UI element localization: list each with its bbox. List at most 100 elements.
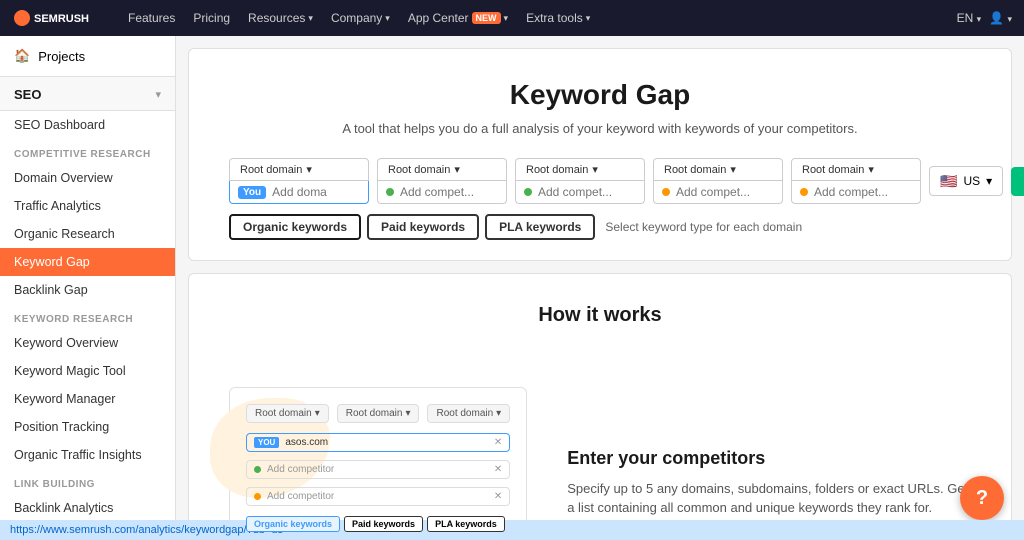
- home-icon: 🏠: [14, 48, 30, 64]
- main-content: Keyword Gap A tool that helps you do a f…: [176, 36, 1024, 540]
- chevron-down-icon: ▾: [385, 13, 390, 24]
- chevron-down-icon: ▾: [308, 13, 313, 24]
- logo[interactable]: SEMRUSH: [12, 8, 102, 28]
- chevron-down-icon: ▾: [592, 163, 598, 176]
- nav-features[interactable]: Features: [120, 7, 183, 29]
- nav-company[interactable]: Company ▾: [323, 7, 398, 29]
- domain-group-5: Root domain ▾: [791, 158, 921, 204]
- tab-pla-keywords[interactable]: PLA keywords: [485, 214, 595, 240]
- sidebar-item-organic-traffic[interactable]: Organic Traffic Insights: [0, 441, 175, 469]
- domain-input-2: [377, 181, 507, 204]
- domain-input-4: [653, 181, 783, 204]
- you-badge: You: [238, 186, 266, 199]
- nav-items: Features Pricing Resources ▾ Company ▾ A…: [120, 7, 957, 29]
- root-domain-dropdown-5[interactable]: Root domain ▾: [791, 158, 921, 181]
- close-icon: ✕: [494, 464, 502, 475]
- domain-input-5: [791, 181, 921, 204]
- you-domain-input[interactable]: [272, 185, 352, 199]
- section-competitive: COMPETITIVE RESEARCH: [0, 139, 175, 164]
- sidebar: 🏠 Projects SEO ▾ SEO Dashboard COMPETITI…: [0, 36, 176, 540]
- sidebar-seo-header[interactable]: SEO ▾: [0, 77, 175, 111]
- top-nav: SEMRUSH Features Pricing Resources ▾ Com…: [0, 0, 1024, 36]
- root-domain-dropdown-1[interactable]: Root domain ▾: [229, 158, 369, 181]
- flag-icon: 🇺🇸: [940, 173, 957, 190]
- enter-competitors-title: Enter your competitors: [567, 448, 971, 469]
- how-it-works-title: How it works: [229, 304, 971, 327]
- section-link-building: LINK BUILDING: [0, 469, 175, 494]
- domain-input-3: [515, 181, 645, 204]
- domain-group-you: Root domain ▾ You: [229, 158, 369, 204]
- root-domain-dropdown-2[interactable]: Root domain ▾: [377, 158, 507, 181]
- nav-extra-tools[interactable]: Extra tools ▾: [518, 7, 598, 29]
- dot-icon: [254, 466, 261, 473]
- root-domain-dropdown-4[interactable]: Root domain ▾: [653, 158, 783, 181]
- help-button[interactable]: ?: [960, 476, 1004, 520]
- demo-card: Root domain ▾ Root domain ▾ Root domain …: [229, 387, 527, 540]
- kw-tab-hint: Select keyword type for each domain: [605, 220, 802, 234]
- chevron-down-icon: ▾: [986, 174, 992, 188]
- demo-add-competitor-2: Add competitor: [267, 491, 334, 502]
- domain-group-2: Root domain ▾: [377, 158, 507, 204]
- chevron-down-icon: ▾: [586, 13, 591, 24]
- user-menu[interactable]: 👤 ▾: [989, 11, 1012, 25]
- tab-paid-keywords[interactable]: Paid keywords: [367, 214, 479, 240]
- keyword-gap-hero: Keyword Gap A tool that helps you do a f…: [188, 48, 1012, 261]
- sidebar-item-keyword-overview[interactable]: Keyword Overview: [0, 329, 175, 357]
- competitor-input-5[interactable]: [814, 185, 894, 199]
- competitor-input-4[interactable]: [676, 185, 756, 199]
- demo-root-1: Root domain ▾: [246, 404, 329, 423]
- demo-tab-paid: Paid keywords: [344, 516, 423, 532]
- sidebar-item-keyword-manager[interactable]: Keyword Manager: [0, 385, 175, 413]
- sidebar-item-traffic-analytics[interactable]: Traffic Analytics: [0, 192, 175, 220]
- chevron-down-icon: ▾: [868, 163, 874, 176]
- sidebar-item-domain-overview[interactable]: Domain Overview: [0, 164, 175, 192]
- nav-pricing[interactable]: Pricing: [185, 7, 238, 29]
- sidebar-projects[interactable]: 🏠 Projects: [0, 36, 175, 77]
- competitor-input-2[interactable]: [400, 185, 480, 199]
- demo-kw-tabs: Organic keywords Paid keywords PLA keywo…: [246, 516, 510, 532]
- how-it-works-section: How it works Root domain ▾ Root domain ▾…: [188, 273, 1012, 540]
- dot-icon-5: [800, 188, 808, 196]
- domain-group-3: Root domain ▾: [515, 158, 645, 204]
- demo-card-inner: Root domain ▾ Root domain ▾ Root domain …: [246, 404, 510, 540]
- seo-label: SEO: [14, 87, 41, 102]
- close-icon: ✕: [494, 437, 502, 448]
- sidebar-item-backlink-analytics[interactable]: Backlink Analytics: [0, 494, 175, 522]
- lang-selector[interactable]: EN ▾: [957, 11, 982, 25]
- chevron-down-icon: ▾: [405, 408, 410, 419]
- sidebar-item-dashboard[interactable]: SEO Dashboard: [0, 111, 175, 139]
- dot-icon-3: [524, 188, 532, 196]
- chevron-down-icon: ▾: [504, 13, 509, 24]
- country-label: US: [963, 174, 980, 188]
- page-subtitle: A tool that helps you do a full analysis…: [229, 121, 971, 136]
- sidebar-item-keyword-gap[interactable]: Keyword Gap: [0, 248, 175, 276]
- chevron-down-icon: ▾: [454, 163, 460, 176]
- how-content: Root domain ▾ Root domain ▾ Root domain …: [229, 387, 971, 540]
- demo-competitor-1: Add competitor ✕: [246, 460, 510, 479]
- status-bar: https://www.semrush.com/analytics/keywor…: [0, 520, 1024, 540]
- sidebar-item-position-tracking[interactable]: Position Tracking: [0, 413, 175, 441]
- demo-tab-organic: Organic keywords: [246, 516, 340, 532]
- chevron-down-icon: ▾: [496, 408, 501, 419]
- country-selector[interactable]: 🇺🇸 US ▾: [929, 166, 1003, 196]
- demo-tab-pla: PLA keywords: [427, 516, 505, 532]
- compare-button[interactable]: Compare: [1011, 167, 1024, 196]
- demo-root-2: Root domain ▾: [337, 404, 420, 423]
- sidebar-item-backlink-gap[interactable]: Backlink Gap: [0, 276, 175, 304]
- chevron-down-icon: ▾: [977, 14, 982, 24]
- sidebar-item-keyword-magic[interactable]: Keyword Magic Tool: [0, 357, 175, 385]
- competitor-input-3[interactable]: [538, 185, 618, 199]
- you-label: YOU: [254, 437, 279, 448]
- tab-organic-keywords[interactable]: Organic keywords: [229, 214, 361, 240]
- demo-competitor-2: Add competitor ✕: [246, 487, 510, 506]
- sidebar-item-organic-research[interactable]: Organic Research: [0, 220, 175, 248]
- demo-you-row: YOU asos.com ✕: [246, 433, 510, 452]
- chevron-down-icon: ▾: [1007, 14, 1012, 24]
- dot-icon: [254, 493, 261, 500]
- demo-domain-name: asos.com: [285, 437, 328, 448]
- page-title: Keyword Gap: [229, 79, 971, 111]
- nav-app-center[interactable]: App Center NEW ▾: [400, 7, 516, 29]
- root-domain-dropdown-3[interactable]: Root domain ▾: [515, 158, 645, 181]
- enter-competitors-description: Specify up to 5 any domains, subdomains,…: [567, 479, 971, 518]
- nav-resources[interactable]: Resources ▾: [240, 7, 321, 29]
